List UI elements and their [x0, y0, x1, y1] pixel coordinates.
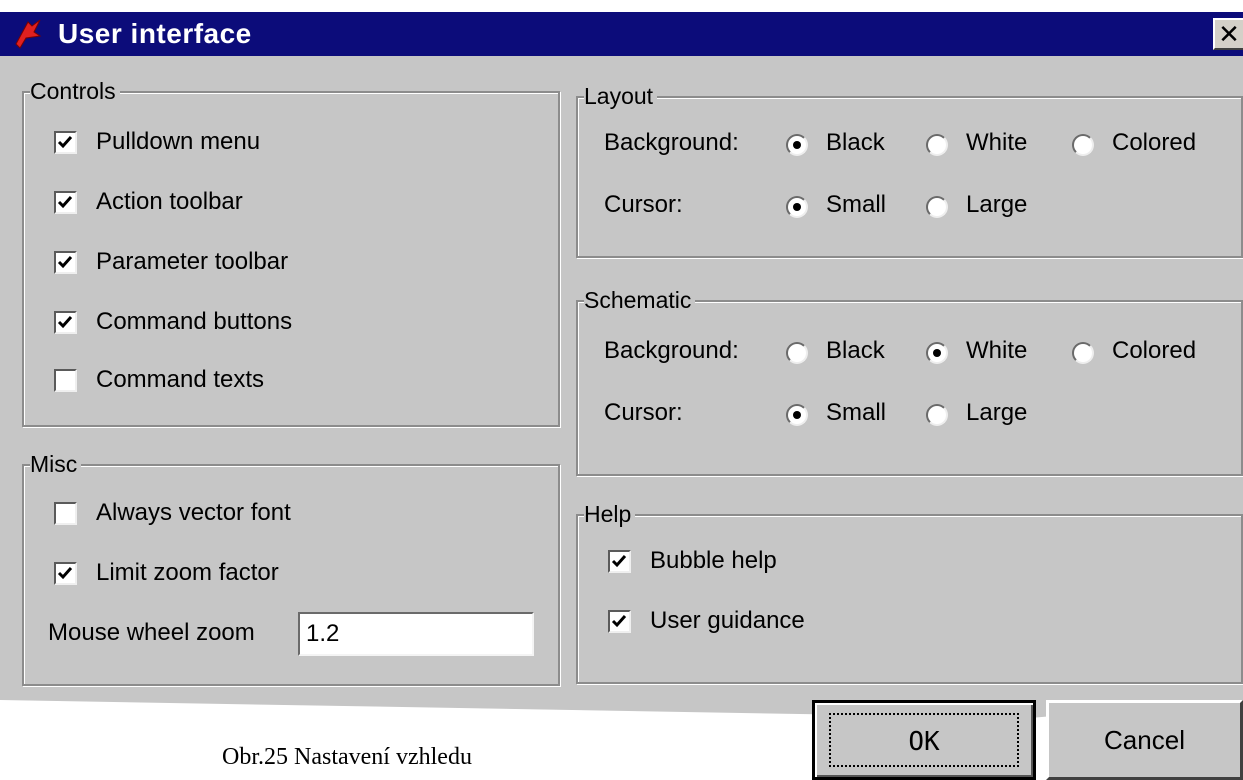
- schematic-bg-radio-colored[interactable]: [1072, 342, 1094, 364]
- layout-bg-radio-black[interactable]: [786, 134, 808, 156]
- radio-dot: [933, 349, 941, 357]
- radio-dot: [793, 203, 801, 211]
- checkbox-box[interactable]: [54, 311, 77, 334]
- layout-background-label: Background:: [604, 129, 739, 156]
- misc-legend: Misc: [30, 451, 82, 477]
- schematic-bg-radio-black[interactable]: [786, 342, 808, 364]
- radio-dot: [793, 411, 801, 419]
- radio-dot: [793, 141, 801, 149]
- window-title: User interface: [58, 18, 252, 49]
- schematic-background-label: Background:: [604, 337, 739, 364]
- checkbox-label: Limit zoom factor: [96, 559, 279, 586]
- schematic-bg-radio-white[interactable]: [926, 342, 948, 364]
- layout-bg-radio-colored[interactable]: [1072, 134, 1094, 156]
- schematic-cursor-label: Cursor:: [604, 399, 683, 426]
- checkbox-label: Always vector font: [96, 499, 291, 526]
- layout-cursor-label: Cursor:: [604, 191, 683, 218]
- checkbox-label: Command buttons: [96, 308, 293, 335]
- layout-bg-label-white: White: [966, 129, 1028, 156]
- layout-cursor-radio-small[interactable]: [786, 196, 808, 218]
- layout-bg-label-colored: Colored: [1112, 129, 1197, 156]
- schematic-cursor-label-large: Large: [966, 399, 1028, 426]
- checkmark-icon: [611, 615, 627, 628]
- close-button[interactable]: ✕: [1213, 18, 1243, 50]
- schematic-group: Schematic: [576, 287, 1243, 476]
- checkbox-box[interactable]: [608, 550, 631, 573]
- close-icon: ✕: [1218, 19, 1240, 49]
- layout-bg-radio-white[interactable]: [926, 134, 948, 156]
- checkmark-icon: [57, 196, 73, 209]
- schematic-bg-label-white: White: [966, 337, 1028, 364]
- figure-caption: Obr.25 Nastavení vzhledu: [222, 744, 472, 770]
- help-legend: Help: [584, 501, 636, 527]
- layout-cursor-label-large: Large: [966, 191, 1028, 218]
- schematic-bg-label-black: Black: [826, 337, 885, 364]
- checkmark-icon: [57, 316, 73, 329]
- checkmark-icon: [611, 555, 627, 568]
- layout-legend: Layout: [584, 83, 658, 109]
- ok-button-label: OK: [829, 713, 1019, 767]
- mouse-wheel-zoom-label: Mouse wheel zoom: [48, 619, 255, 646]
- checkmark-icon: [57, 567, 73, 580]
- mouse-wheel-zoom-input[interactable]: [298, 612, 534, 656]
- user-interface-dialog: User interface ✕ Controls Pulldown menu …: [0, 0, 1243, 718]
- checkbox-label: Pulldown menu: [96, 128, 261, 155]
- schematic-legend: Schematic: [584, 287, 696, 313]
- checkbox-box[interactable]: [54, 369, 77, 392]
- checkbox-box[interactable]: [54, 131, 77, 154]
- help-group: Help: [576, 501, 1243, 684]
- checkmark-icon: [57, 136, 73, 149]
- checkbox-label: Bubble help: [650, 547, 777, 574]
- cancel-button[interactable]: Cancel: [1046, 700, 1243, 780]
- schematic-cursor-radio-small[interactable]: [786, 404, 808, 426]
- layout-cursor-radio-large[interactable]: [926, 196, 948, 218]
- layout-bg-label-black: Black: [826, 129, 885, 156]
- checkbox-label: Action toolbar: [96, 188, 243, 215]
- app-icon: [10, 18, 44, 50]
- checkbox-label: Parameter toolbar: [96, 248, 289, 275]
- controls-legend: Controls: [30, 78, 120, 104]
- checkbox-box[interactable]: [608, 610, 631, 633]
- checkbox-label: User guidance: [650, 607, 805, 634]
- checkbox-box[interactable]: [54, 502, 77, 525]
- schematic-cursor-radio-large[interactable]: [926, 404, 948, 426]
- checkbox-label: Command texts: [96, 366, 265, 393]
- schematic-bg-label-colored: Colored: [1112, 337, 1197, 364]
- title-bar[interactable]: User interface ✕: [0, 12, 1243, 56]
- checkbox-box[interactable]: [54, 191, 77, 214]
- schematic-cursor-label-small: Small: [826, 399, 887, 426]
- layout-cursor-label-small: Small: [826, 191, 887, 218]
- checkmark-icon: [57, 256, 73, 269]
- checkbox-box[interactable]: [54, 562, 77, 585]
- ok-button[interactable]: OK: [812, 700, 1036, 780]
- layout-group: Layout: [576, 83, 1243, 258]
- checkbox-box[interactable]: [54, 251, 77, 274]
